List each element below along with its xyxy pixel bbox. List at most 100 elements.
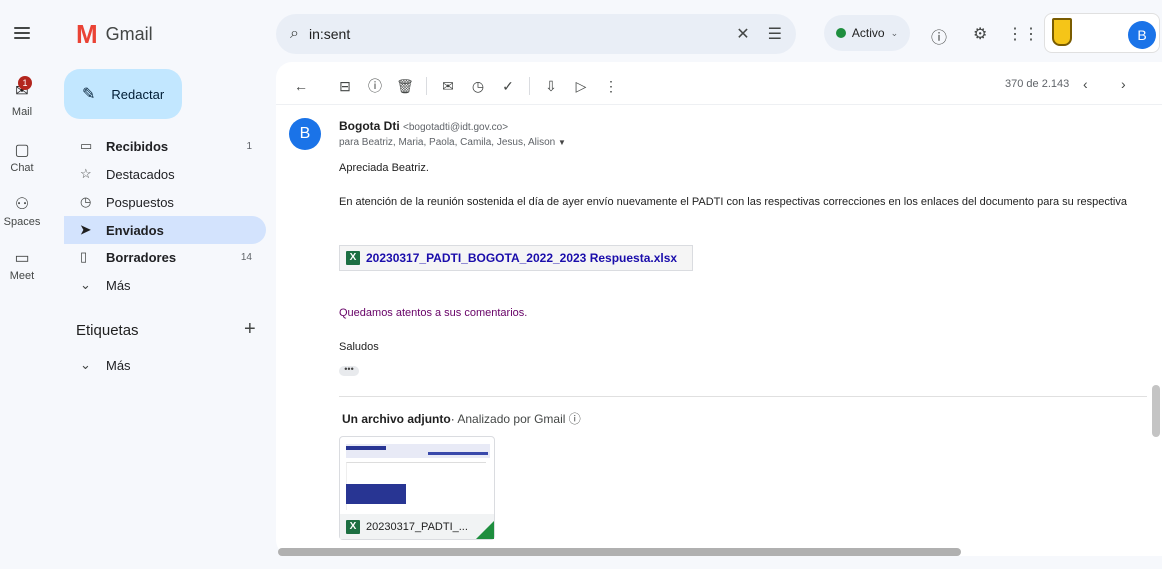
nav-inbox-label: Recibidos <box>106 138 169 154</box>
clock-icon: ◷ <box>80 194 92 209</box>
account-avatar[interactable]: B <box>1128 21 1156 49</box>
labels-heading: Etiquetas <box>76 322 139 339</box>
attachment-card-footer: X 20230317_PADTI_... <box>340 514 494 539</box>
app-name: Gmail <box>105 23 153 44</box>
sender-avatar: B <box>289 118 321 150</box>
add-label-icon[interactable]: + <box>244 318 256 341</box>
closing-line: Quedamos atentos a sus comentarios. <box>339 307 528 319</box>
add-task-icon[interactable]: ✓ <box>493 78 523 95</box>
search-options-icon[interactable]: ☰ <box>768 24 782 44</box>
search-bar[interactable]: ⌕ in:sent ✕ ☰ <box>276 14 796 54</box>
caret-down-icon: ▼ <box>558 138 566 147</box>
thumbnail-preview <box>346 446 386 450</box>
sender-line: Bogota Dti <bogotadti@idt.gov.co> <box>339 119 508 133</box>
nav-sent[interactable]: ➤ Enviados <box>64 216 266 244</box>
status-dropdown[interactable]: Activo ⌄ <box>824 15 910 51</box>
nav-starred[interactable]: ☆ Destacados <box>64 160 266 188</box>
sheets-corner-icon <box>476 521 494 539</box>
mail-badge: 1 <box>18 76 32 90</box>
rail-chat-label: Chat <box>10 162 34 174</box>
next-page-icon[interactable]: › <box>1121 76 1126 92</box>
scanned-by-gmail: Analizado por Gmail ⓘ <box>457 412 581 426</box>
nav-snoozed[interactable]: ◷ Pospuestos <box>64 188 266 216</box>
search-input[interactable]: in:sent <box>309 26 726 42</box>
spaces-icon: ⚇ <box>14 196 30 213</box>
star-icon: ☆ <box>80 166 92 181</box>
excel-icon: X <box>346 251 360 265</box>
apps-grid-icon[interactable]: ⋮⋮ <box>1007 24 1039 44</box>
draft-icon: ▯ <box>80 249 88 264</box>
gmail-m-icon: M <box>76 19 98 49</box>
move-to-icon[interactable]: ⇩ <box>536 78 566 95</box>
attachment-link-text: 20230317_PADTI_BOGOTA_2022_2023 Respuest… <box>366 251 678 265</box>
pagination-text: 370 de 2.143 <box>1005 78 1070 90</box>
nav-drafts-count: 14 <box>240 251 252 263</box>
settings-icon[interactable]: ⚙ <box>973 24 987 44</box>
chevron-down-icon: ⌄ <box>80 357 91 372</box>
rail-spaces-label: Spaces <box>3 216 41 228</box>
labels-more-label: Más <box>106 357 131 373</box>
nav-drafts[interactable]: ▯ Borradores 14 <box>64 243 266 271</box>
rail-chat[interactable]: ▢ Chat <box>0 140 44 174</box>
label-icon[interactable]: ▷ <box>566 78 596 95</box>
previous-page-icon[interactable]: ‹ <box>1083 76 1088 92</box>
chat-icon: ▢ <box>14 142 30 159</box>
attachments-heading: Un archivo adjunto· Analizado por Gmail … <box>342 412 581 426</box>
nav-inbox-count: 1 <box>246 140 252 152</box>
nav-inbox[interactable]: ▭ Recibidos 1 <box>64 132 266 160</box>
recipients-line[interactable]: para Beatriz, Maria, Paola, Camila, Jesu… <box>339 137 566 148</box>
rail-mail[interactable]: ✉ 1 Mail <box>0 76 44 118</box>
inbox-icon: ▭ <box>80 138 93 153</box>
archive-icon[interactable]: ⊟ <box>330 78 360 95</box>
chevron-down-icon: ⌄ <box>80 277 91 292</box>
show-trimmed-content-button[interactable]: ••• <box>339 365 359 376</box>
rail-meet[interactable]: ▭ Meet <box>0 248 44 282</box>
body-paragraph: En atención de la reunión sostenida el d… <box>339 196 1127 208</box>
sender-email: <bogotadti@idt.gov.co> <box>403 122 509 133</box>
organization-crest-icon <box>1052 18 1072 46</box>
rail-mail-label: Mail <box>11 106 33 118</box>
help-icon[interactable]: ⓘ <box>931 24 947 48</box>
message-toolbar: ← ⊟ ⓘ 🗑︎ ✉ ◷ ✓ ⇩ ▷ ⋮ <box>286 72 626 100</box>
mark-unread-icon[interactable]: ✉ <box>433 78 463 95</box>
report-spam-icon[interactable]: ⓘ <box>360 76 390 96</box>
sender-name: Bogota Dti <box>339 119 400 133</box>
attachment-link[interactable]: X 20230317_PADTI_BOGOTA_2022_2023 Respue… <box>339 245 693 271</box>
nav-more[interactable]: ⌄ Más <box>64 271 266 299</box>
horizontal-scrollbar[interactable] <box>278 548 961 556</box>
search-icon[interactable]: ⌕ <box>290 25 299 43</box>
more-options-icon[interactable]: ⋮ <box>596 78 626 95</box>
delete-icon[interactable]: 🗑︎ <box>390 78 420 95</box>
thumbnail-preview <box>346 484 406 504</box>
rail-spaces[interactable]: ⚇ Spaces <box>0 194 44 228</box>
clear-search-icon[interactable]: ✕ <box>736 24 749 44</box>
thumbnail-preview <box>428 452 488 455</box>
nav-drafts-label: Borradores <box>106 249 177 265</box>
snooze-icon[interactable]: ◷ <box>463 78 493 95</box>
rail-meet-label: Meet <box>9 270 35 282</box>
status-dot <box>835 28 846 38</box>
recipients: para Beatriz, Maria, Paola, Camila, Jesu… <box>339 137 556 148</box>
nav-starred-label: Destacados <box>106 166 175 182</box>
gmail-logo[interactable]: M Gmail <box>76 19 153 49</box>
greeting: Apreciada Beatriz. <box>339 162 429 174</box>
header-divider <box>276 104 1162 105</box>
nav-more-label: Más <box>106 277 131 293</box>
attachments-divider <box>339 396 1147 397</box>
labels-more[interactable]: ⌄ Más <box>64 351 266 379</box>
back-arrow-icon[interactable]: ← <box>286 78 316 94</box>
toolbar-divider <box>529 77 530 95</box>
pencil-icon: ✎ <box>82 86 96 103</box>
toolbar-divider <box>426 77 427 95</box>
attachment-file-name: 20230317_PADTI_... <box>366 520 468 533</box>
nav-sent-label: Enviados <box>106 222 164 238</box>
nav-snoozed-label: Pospuestos <box>106 194 174 210</box>
status-label: Activo <box>851 26 885 40</box>
compose-label: Redactar <box>111 86 165 102</box>
vertical-scrollbar[interactable] <box>1152 385 1160 437</box>
send-icon: ➤ <box>80 222 91 237</box>
signoff: Saludos <box>339 341 379 353</box>
meet-icon: ▭ <box>14 250 30 267</box>
compose-button[interactable]: ✎ Redactar <box>64 69 182 119</box>
main-menu-button[interactable] <box>14 24 30 40</box>
